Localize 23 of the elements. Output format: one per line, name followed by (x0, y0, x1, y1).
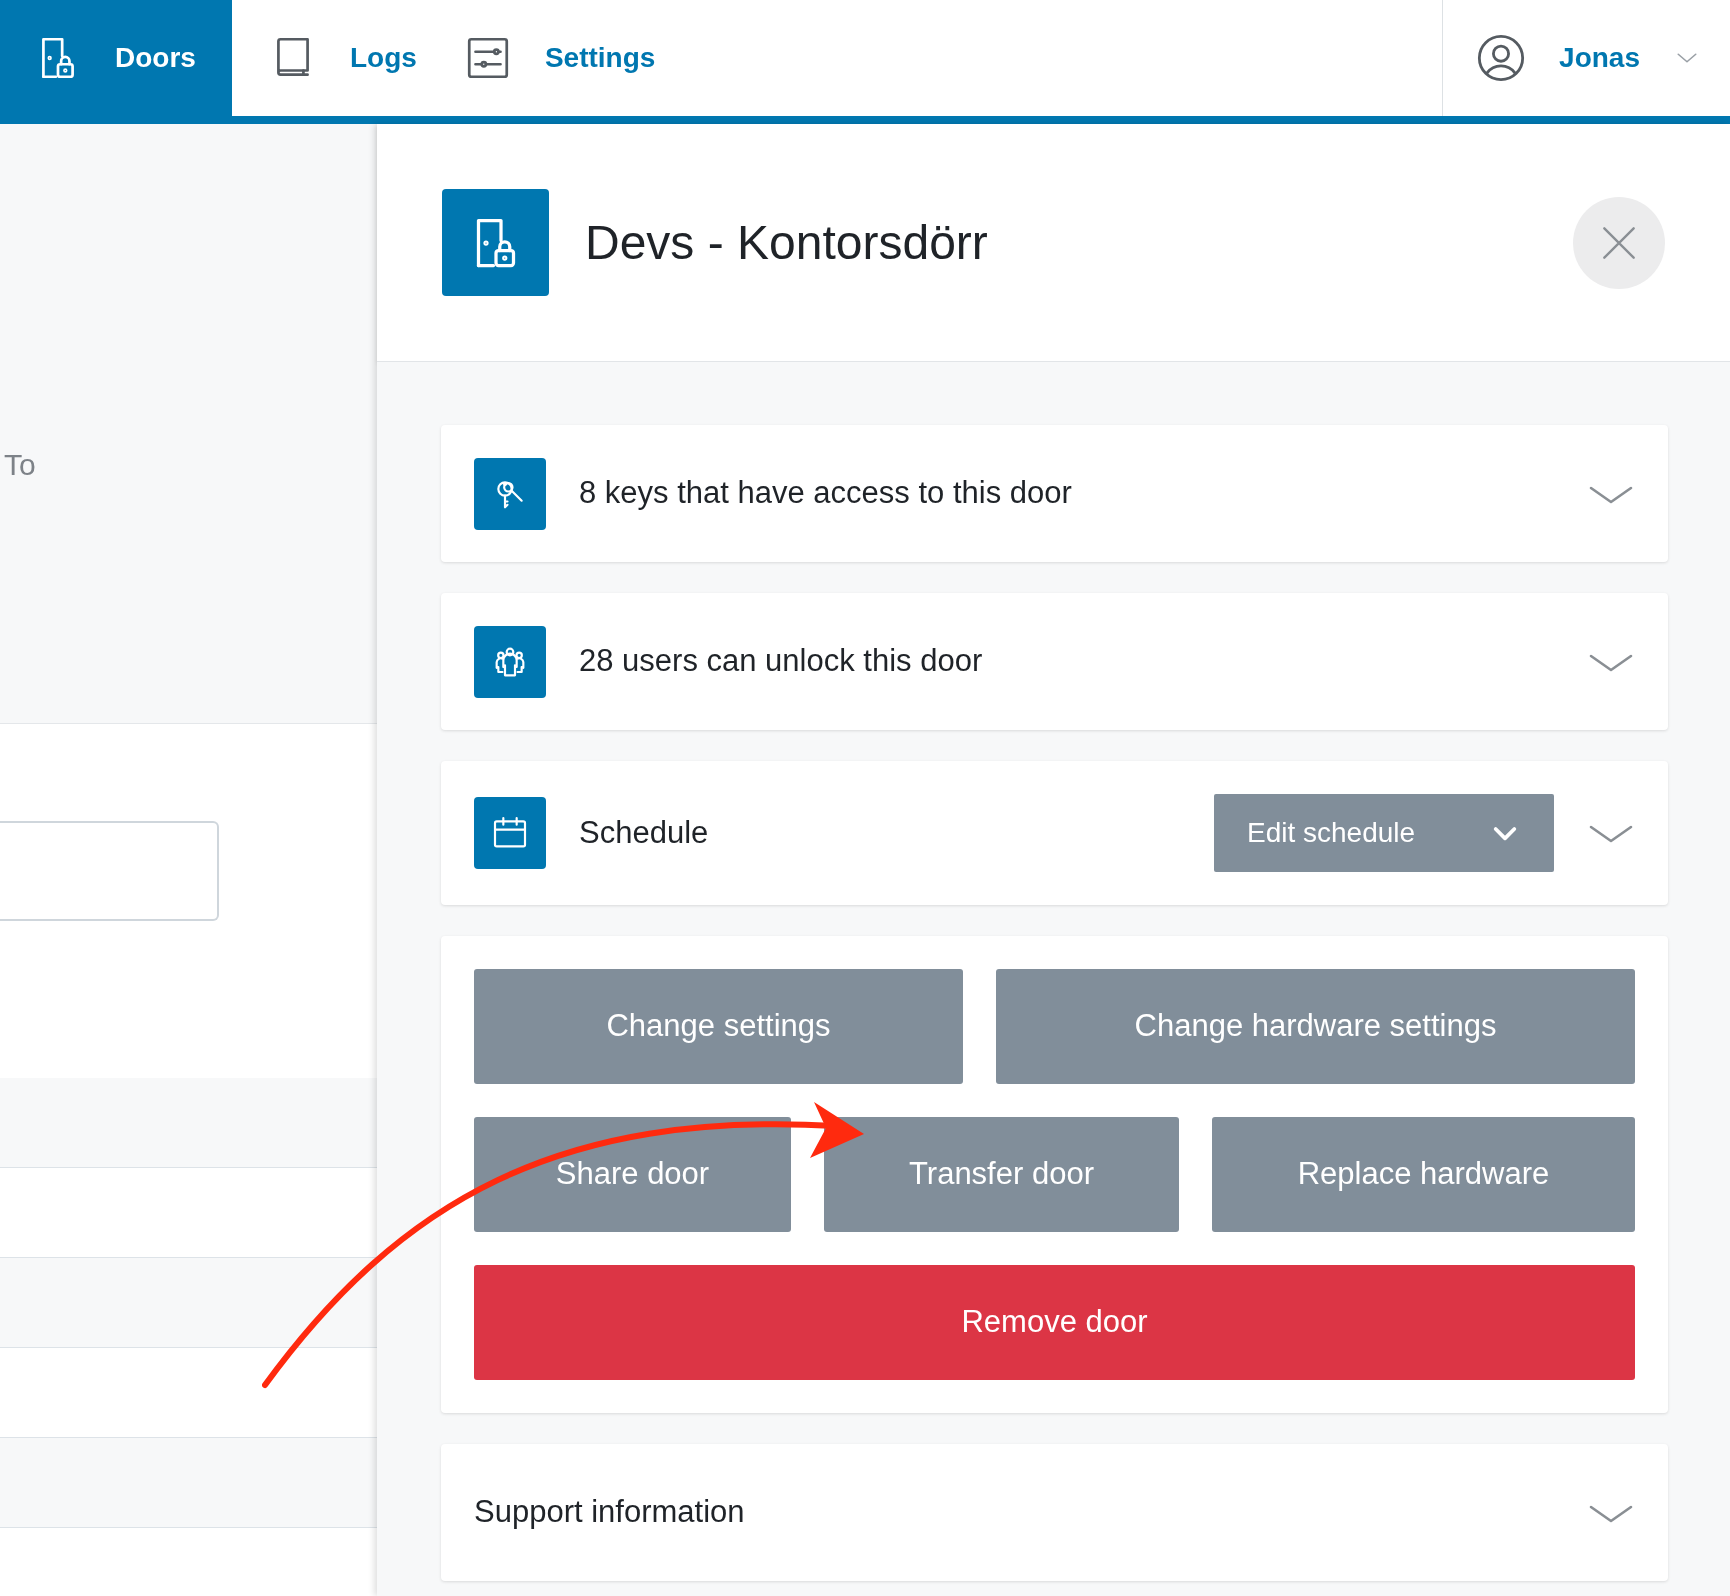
nav-tab[interactable]: Doors (0, 0, 232, 116)
column-header: To (3, 448, 36, 481)
section-title: Schedule (579, 813, 710, 852)
edit-schedule-dropdown[interactable]: Edit schedule (1214, 794, 1554, 872)
section-title: 28 users can unlock this door (579, 642, 984, 681)
section-title: Support information (474, 1493, 746, 1532)
section-title: 8 keys that have access to this door (579, 474, 1073, 513)
panel-title: Devs - Kontorsdörr (585, 214, 989, 271)
section-header[interactable]: Schedule Edit schedule (441, 761, 1668, 905)
section-header[interactable]: 28 users can unlock this door (441, 593, 1668, 730)
nav-tab[interactable]: Settings (426, 0, 666, 116)
action-button[interactable]: Change hardware settings (996, 969, 1635, 1084)
user-menu[interactable]: Jonas (1442, 0, 1730, 116)
table-row[interactable] (0, 1258, 377, 1348)
action-button[interactable]: Share door (474, 1117, 791, 1232)
section-header[interactable]: 8 keys that have access to this door (441, 425, 1668, 562)
action-button[interactable]: Replace hardware (1212, 1117, 1635, 1232)
section-header[interactable]: Support information (441, 1444, 1668, 1581)
remove-button[interactable]: Remove door (474, 1265, 1635, 1380)
input-field[interactable] (0, 821, 219, 921)
nav-tab[interactable]: Logs (232, 0, 427, 116)
action-button[interactable]: Transfer door (824, 1117, 1179, 1232)
action-button[interactable]: Change settings (474, 969, 963, 1084)
